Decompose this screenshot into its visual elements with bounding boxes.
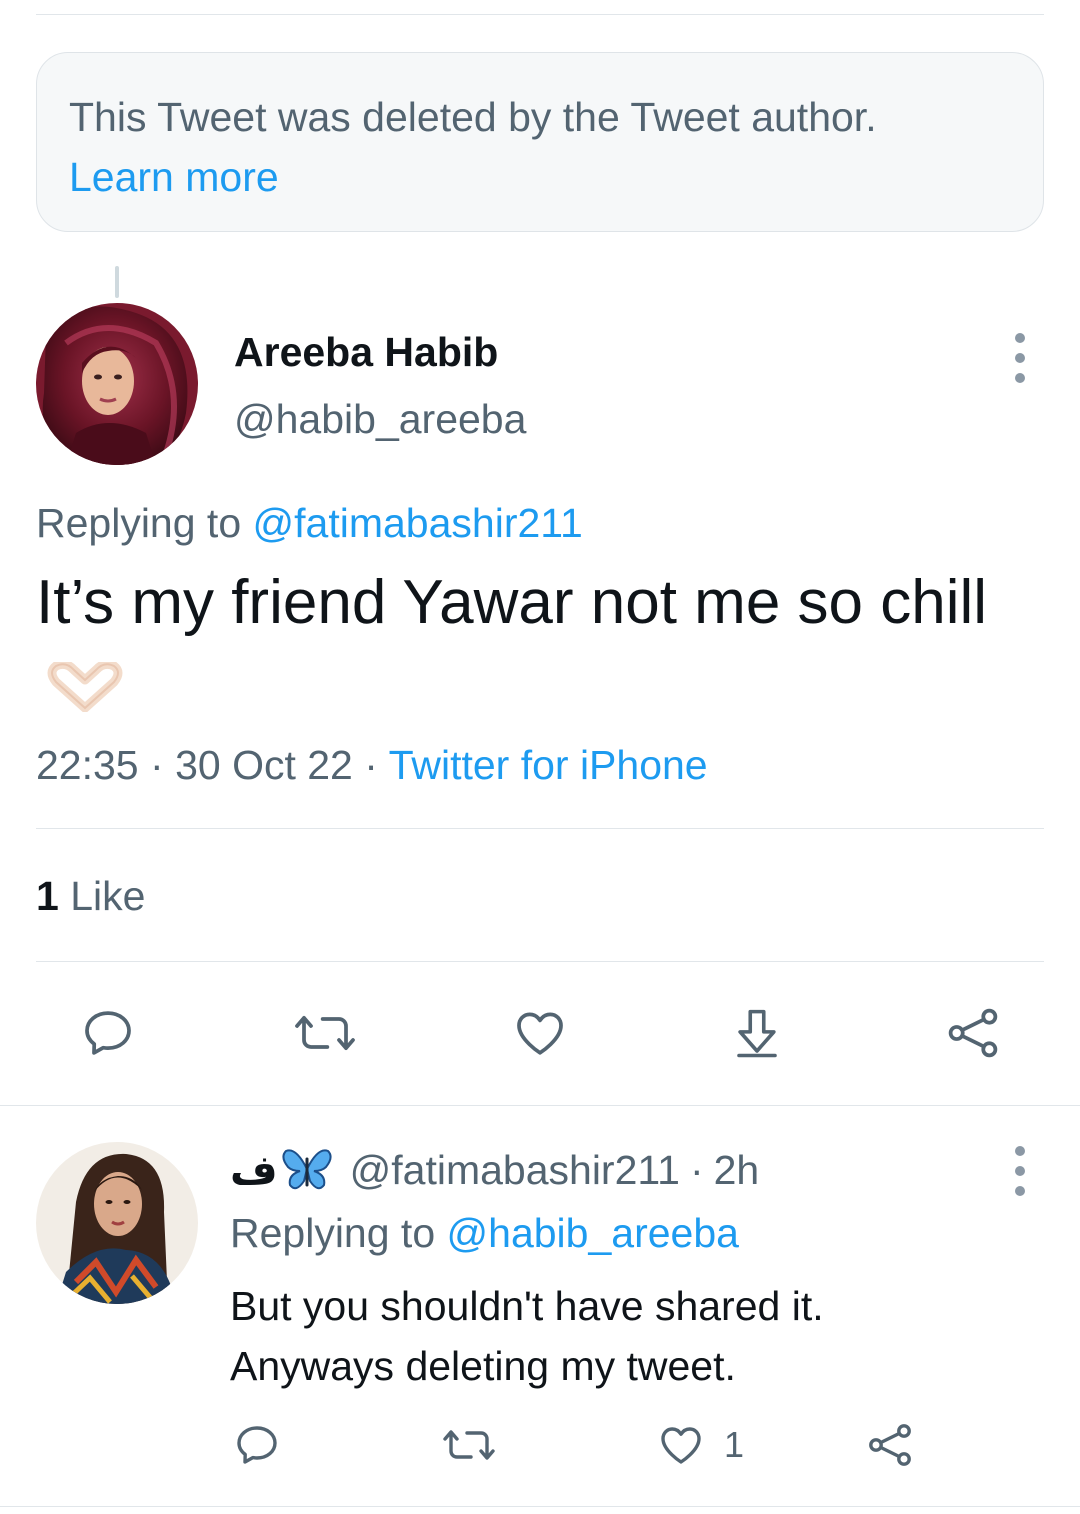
- reply-more-options-icon[interactable]: [1012, 1146, 1028, 1196]
- reply-header: ف @fatimabashir211 · 2h: [230, 1146, 759, 1194]
- reply-text-line-1: But you shouldn't have shared it.: [230, 1283, 824, 1329]
- tweet-date[interactable]: 30 Oct 22: [175, 742, 353, 788]
- reply-handle[interactable]: @fatimabashir211: [350, 1147, 680, 1194]
- share-button[interactable]: [944, 1005, 1002, 1061]
- more-options-icon[interactable]: [1012, 333, 1028, 383]
- reply-reply-button[interactable]: [232, 1421, 282, 1469]
- reply-like-button[interactable]: 1: [656, 1421, 744, 1469]
- reply-replying-prefix: Replying to: [230, 1210, 436, 1256]
- tweet-text: It’s my friend Yawar not me so chill: [36, 560, 1026, 732]
- share-icon: [948, 1008, 998, 1058]
- likes-summary[interactable]: 1 Like: [36, 873, 145, 920]
- reply-separator: ·: [689, 1146, 704, 1193]
- reply-like-count: 1: [724, 1424, 745, 1465]
- meta-separator: ·: [364, 742, 378, 788]
- thread-connector-line: [115, 266, 119, 298]
- replying-to-handle-link[interactable]: @fatimabashir211: [253, 500, 583, 546]
- deleted-notice-text: This Tweet was deleted by the Tweet auth…: [69, 94, 877, 140]
- divider: [0, 1105, 1080, 1106]
- reply-retweet-button[interactable]: [440, 1421, 498, 1469]
- tweet-meta: 22:35 · 30 Oct 22 · Twitter for iPhone: [36, 742, 708, 789]
- retweet-icon: [443, 1430, 495, 1460]
- retweet-button[interactable]: [292, 1005, 358, 1061]
- replying-prefix: Replying to: [36, 500, 242, 546]
- butterfly-emoji-icon: [282, 1149, 332, 1190]
- reply-icon: [237, 1426, 277, 1464]
- divider: [36, 961, 1044, 962]
- learn-more-link[interactable]: Learn more: [69, 147, 279, 207]
- top-divider: [36, 14, 1044, 15]
- deleted-tweet-notice: This Tweet was deleted by the Tweet auth…: [36, 52, 1044, 232]
- heart-hands-emoji-icon: [47, 661, 123, 712]
- reply-display-name[interactable]: ف: [230, 1146, 278, 1194]
- like-icon: [661, 1427, 701, 1464]
- tweet-body: It’s my friend Yawar not me so chill: [36, 568, 988, 637]
- like-button[interactable]: [511, 1005, 569, 1061]
- reply-button[interactable]: [80, 1005, 136, 1061]
- author-handle[interactable]: @habib_areeba: [234, 396, 526, 443]
- reply-age[interactable]: 2h: [714, 1147, 760, 1194]
- like-count: 1: [36, 873, 59, 919]
- bookmark-download-button[interactable]: [730, 1005, 784, 1061]
- divider: [0, 1506, 1080, 1507]
- reply-replying-to-handle-link[interactable]: @habib_areeba: [447, 1210, 739, 1256]
- tweet-time[interactable]: 22:35: [36, 742, 139, 788]
- reply-author-avatar[interactable]: [36, 1142, 198, 1304]
- reply-icon: [85, 1011, 131, 1055]
- like-label: Like: [70, 873, 146, 919]
- download-icon: [737, 1009, 777, 1058]
- reply-share-button[interactable]: [864, 1421, 916, 1469]
- author-avatar[interactable]: [36, 303, 198, 465]
- retweet-icon: [295, 1015, 355, 1051]
- replying-to-line: Replying to @fatimabashir211: [36, 500, 583, 547]
- divider: [36, 828, 1044, 829]
- reply-replying-to-line: Replying to @habib_areeba: [230, 1210, 739, 1257]
- author-name[interactable]: Areeba Habib: [234, 329, 498, 376]
- reply-text-line-2: Anyways deleting my tweet.: [230, 1343, 736, 1389]
- share-icon: [869, 1424, 911, 1466]
- like-icon: [517, 1012, 563, 1055]
- reply-text: But you shouldn't have shared it. Anyway…: [230, 1276, 1030, 1396]
- meta-separator: ·: [150, 742, 164, 788]
- tweet-source-link[interactable]: Twitter for iPhone: [389, 742, 708, 788]
